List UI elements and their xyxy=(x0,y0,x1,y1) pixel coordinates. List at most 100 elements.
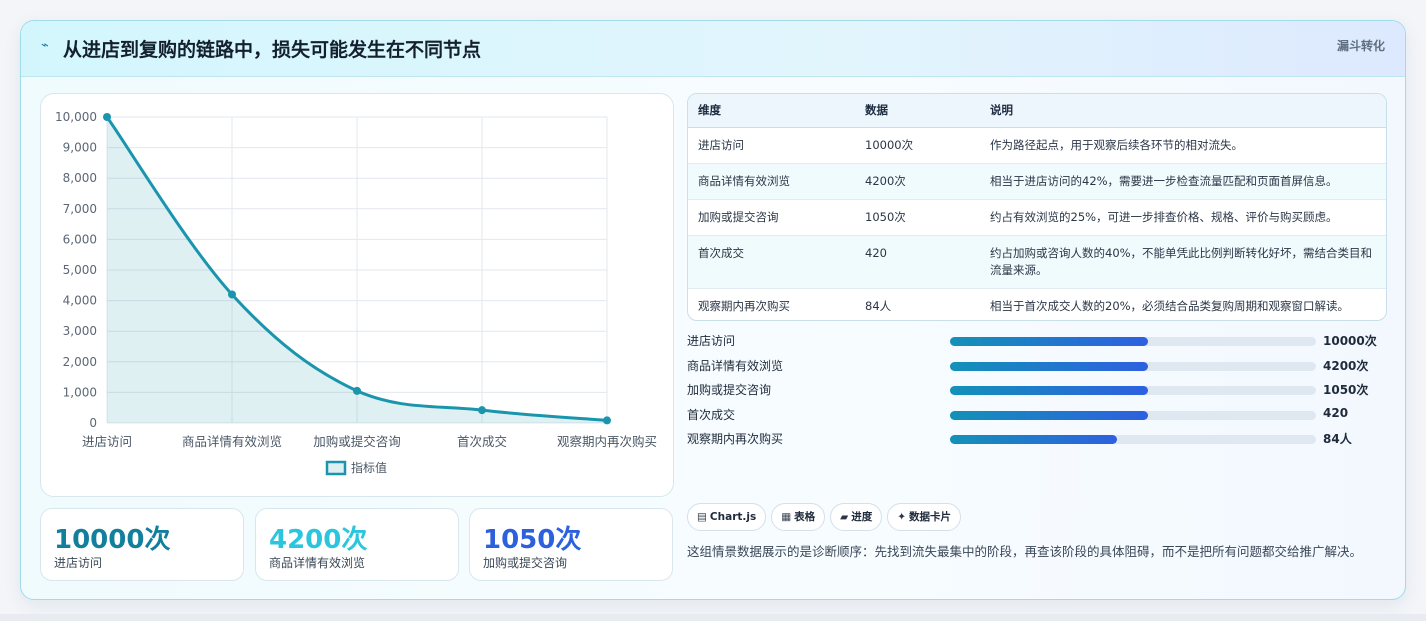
y-tick-label: 3,000 xyxy=(63,324,97,338)
bolt-icon: ⌁ xyxy=(41,38,49,53)
column-header: 维度 xyxy=(688,94,855,128)
table-cell: 1050次 xyxy=(855,199,980,236)
stat-label: 商品详情有效浏览 xyxy=(269,556,366,570)
y-tick-label: 6,000 xyxy=(63,232,97,246)
table-cell: 约占有效浏览的25%，可进一步排查价格、规格、评价与购买顾虑。 xyxy=(980,199,1386,236)
x-tick-label: 首次成交 xyxy=(457,434,507,449)
progress-list: 进店访问 10000次 商品详情有效浏览 4200次 加购或提交咨询 1050次… xyxy=(687,329,1387,452)
progress-value: 4200次 xyxy=(1323,358,1369,373)
progress-label: 进店访问 xyxy=(687,334,736,348)
y-tick-label: 10,000 xyxy=(55,110,97,124)
chip-label: 数据卡片 xyxy=(909,511,952,523)
table-cell: 加购或提交咨询 xyxy=(688,199,855,236)
chip-label: 表格 xyxy=(794,511,816,523)
progress-row: 首次成交 420 xyxy=(687,403,1387,428)
table-cell: 作为路径起点，用于观察后续各环节的相对流失。 xyxy=(980,127,1386,164)
stat-card-cart: 1050次 加购或提交咨询 xyxy=(469,508,673,581)
category-tag: 漏斗转化 xyxy=(1336,39,1385,53)
chip-chartjs[interactable]: ▤ Chart.js xyxy=(687,503,767,531)
data-point xyxy=(353,386,361,395)
chip-data-card[interactable]: ✦ 数据卡片 xyxy=(887,503,962,531)
table-cell: 约占加购或咨询人数的40%，不能单凭此比例判断转化好坏，需结合类目和流量来源。 xyxy=(980,235,1386,289)
progress-row: 进店访问 10000次 xyxy=(687,329,1387,354)
progress-track xyxy=(950,410,1316,420)
progress-row: 商品详情有效浏览 4200次 xyxy=(687,354,1387,379)
table-row: 观察期内再次购买 84人 相当于首次成交人数的20%，必须结合品类复购周期和观察… xyxy=(688,288,1386,320)
table-header-row: 维度 数据 说明 xyxy=(688,94,1386,128)
table-row: 商品详情有效浏览 4200次 相当于进店访问的42%，需要进一步检查流量匹配和页… xyxy=(688,163,1386,200)
progress-value: 420 xyxy=(1323,405,1349,420)
table-cell: 10000次 xyxy=(855,127,980,164)
legend-swatch xyxy=(325,460,347,476)
progress-icon: ▰ xyxy=(840,511,849,523)
column-header: 说明 xyxy=(980,94,1386,128)
y-tick-label: 7,000 xyxy=(63,202,97,216)
progress-value: 1050次 xyxy=(1323,383,1369,397)
progress-track xyxy=(950,337,1316,346)
y-tick-label: 8,000 xyxy=(63,171,97,185)
table-cell: 4200次 xyxy=(855,163,980,200)
table-cell: 观察期内再次购买 xyxy=(698,298,790,313)
table-row: 进店访问 10000次 作为路径起点，用于观察后续各环节的相对流失。 xyxy=(688,127,1386,164)
table-cell: 84人 xyxy=(865,298,892,313)
progress-value: 84人 xyxy=(1323,432,1352,446)
progress-row: 加购或提交咨询 1050次 xyxy=(687,378,1387,403)
stat-card-views: 4200次 商品详情有效浏览 xyxy=(255,508,459,581)
progress-label: 观察期内再次购买 xyxy=(687,432,784,446)
stat-card-visits: 10000次 进店访问 xyxy=(40,508,244,581)
table-cell: 420 xyxy=(855,235,980,289)
table-row: 加购或提交咨询 1050次 约占有效浏览的25%，可进一步排查价格、规格、评价与… xyxy=(688,199,1386,236)
column-header: 数据 xyxy=(855,94,980,128)
progress-fill xyxy=(950,361,1148,371)
x-tick-label: 加购或提交咨询 xyxy=(313,434,401,449)
chip-table[interactable]: ▦ 表格 xyxy=(771,503,826,531)
table-cell: 相当于首次成交人数的20%，必须结合品类复购周期和观察窗口解读。 xyxy=(990,298,1350,313)
progress-label: 首次成交 xyxy=(687,407,736,422)
table-cell: 首次成交 xyxy=(688,235,855,289)
progress-track xyxy=(950,386,1316,395)
table-cell: 相当于进店访问的42%，需要进一步检查流量匹配和页面首屏信息。 xyxy=(980,163,1386,200)
progress-fill xyxy=(950,386,1148,395)
page-bottom-strip xyxy=(0,614,1426,621)
y-tick-label: 5,000 xyxy=(63,263,97,277)
table-cell: 商品详情有效浏览 xyxy=(688,163,855,200)
data-point xyxy=(228,290,236,299)
x-tick-label: 观察期内再次购买 xyxy=(557,434,657,449)
summary-note: 这组情景数据展示的是诊断顺序：先找到流失最集中的阶段，再查该阶段的具体阻碍，而不… xyxy=(687,544,1363,559)
progress-value: 10000次 xyxy=(1323,334,1377,348)
y-tick-label: 1,000 xyxy=(63,385,97,399)
main-card: ⌁ 从进店到复购的链路中，损失可能发生在不同节点 漏斗转化 10,000 9,00… xyxy=(20,20,1406,600)
data-table: 维度 数据 说明 进店访问 10000次 作为路径起点，用于观察后续各环节的相对… xyxy=(688,94,1386,320)
y-tick-label: 4,000 xyxy=(63,294,97,308)
progress-label: 加购或提交咨询 xyxy=(687,383,772,397)
y-tick-label: 0 xyxy=(89,416,97,430)
stat-label: 加购或提交咨询 xyxy=(483,556,568,570)
chip-label: Chart.js xyxy=(709,511,757,523)
chip-progress[interactable]: ▰ 进度 xyxy=(830,503,883,531)
progress-label: 商品详情有效浏览 xyxy=(687,358,784,373)
progress-fill xyxy=(950,337,1148,346)
data-point xyxy=(103,113,111,121)
x-tick-label: 进店访问 xyxy=(82,434,132,449)
page-title: 从进店到复购的链路中，损失可能发生在不同节点 xyxy=(63,39,482,61)
data-table-panel: 维度 数据 说明 进店访问 10000次 作为路径起点，用于观察后续各环节的相对… xyxy=(687,93,1387,321)
chart-icon: ▤ xyxy=(697,511,707,523)
chart-panel: 10,000 9,000 8,000 7,000 6,000 5,000 4,000 3,00… xyxy=(40,93,674,497)
card-header: ⌁ 从进店到复购的链路中，损失可能发生在不同节点 漏斗转化 xyxy=(21,21,1405,77)
data-point xyxy=(603,416,611,425)
legend-label: 指标值 xyxy=(351,460,387,475)
data-point xyxy=(478,406,486,415)
table-cell: 进店访问 xyxy=(688,127,855,164)
x-tick-label: 商品详情有效浏览 xyxy=(182,434,282,449)
table-row: 首次成交 420 约占加购或咨询人数的40%，不能单凭此比例判断转化好坏，需结合… xyxy=(688,235,1386,289)
stat-value: 1050次 xyxy=(483,525,582,555)
funnel-line-chart: 10,000 9,000 8,000 7,000 6,000 5,000 4,000 3,00… xyxy=(55,110,657,476)
progress-fill xyxy=(950,410,1148,420)
feature-chips: ▤ Chart.js ▦ 表格 ▰ 进度 ✦ 数据卡片 xyxy=(687,503,966,531)
sparkle-icon: ✦ xyxy=(897,511,907,523)
stat-value: 10000次 xyxy=(54,525,171,555)
chip-label: 进度 xyxy=(851,511,873,523)
stat-value: 4200次 xyxy=(269,525,368,555)
progress-fill xyxy=(950,435,1117,444)
y-tick-label: 2,000 xyxy=(63,355,97,369)
